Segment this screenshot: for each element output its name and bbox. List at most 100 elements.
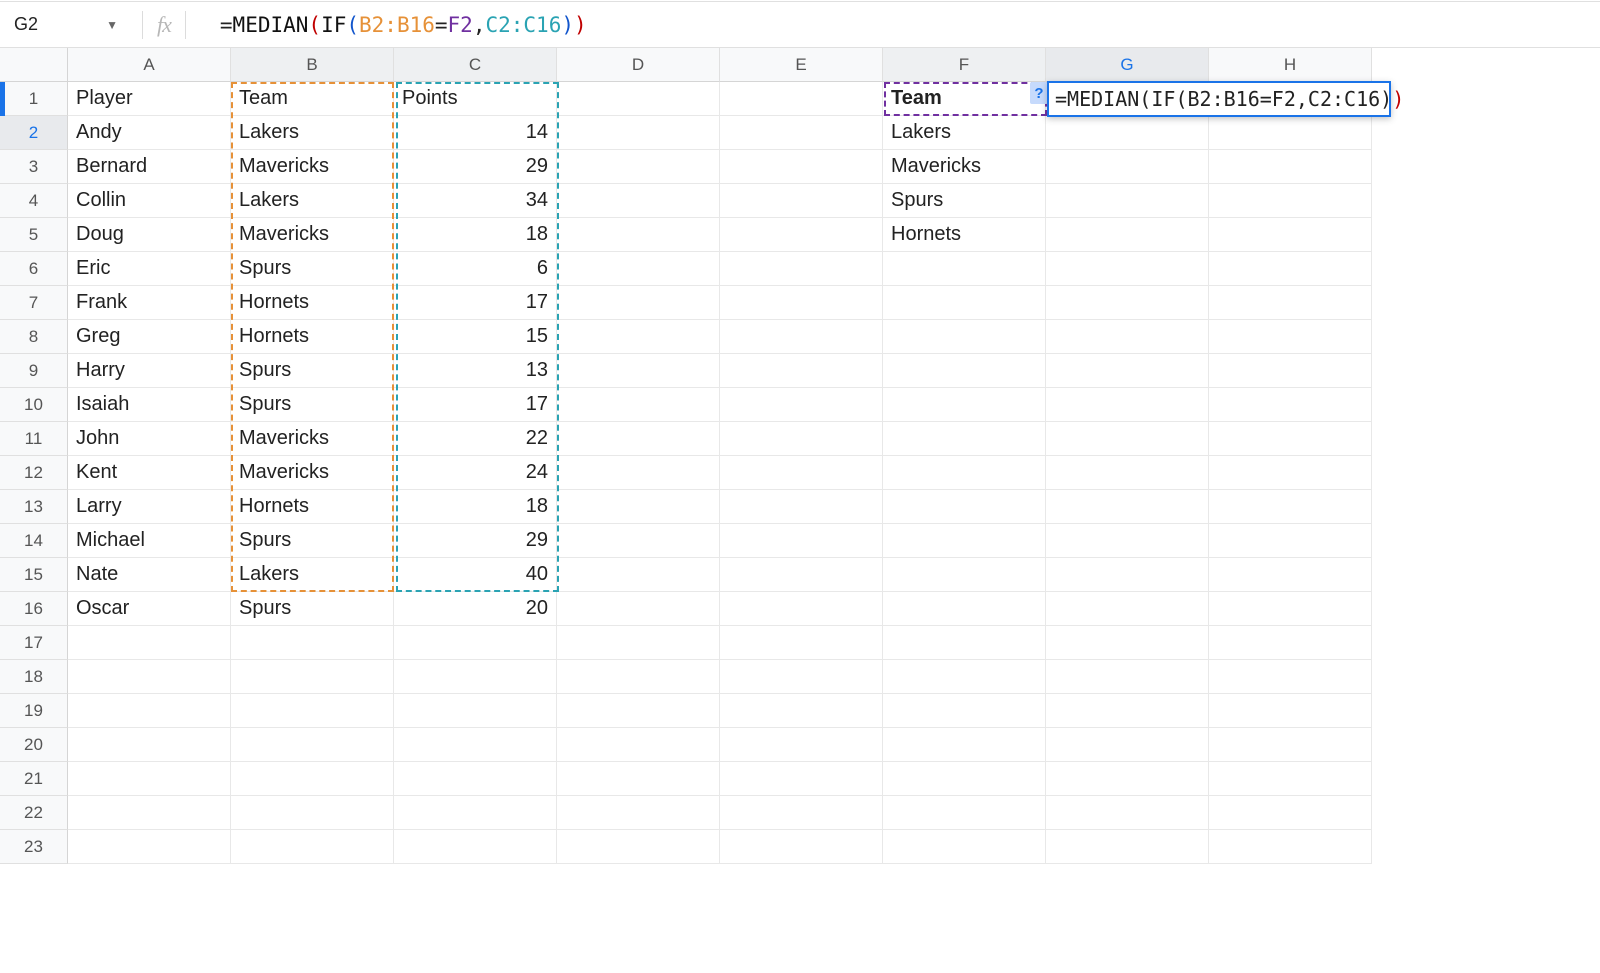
- cell-F22[interactable]: [883, 796, 1046, 830]
- row-head-20[interactable]: 20: [0, 728, 68, 762]
- cell-E18[interactable]: [720, 660, 883, 694]
- cell-G15[interactable]: [1046, 558, 1209, 592]
- cell-C15[interactable]: 40: [394, 558, 557, 592]
- cell-F6[interactable]: [883, 252, 1046, 286]
- cell-E17[interactable]: [720, 626, 883, 660]
- cell-B13[interactable]: Hornets: [231, 490, 394, 524]
- cell-H14[interactable]: [1209, 524, 1372, 558]
- cell-D4[interactable]: [557, 184, 720, 218]
- cell-B15[interactable]: Lakers: [231, 558, 394, 592]
- cell-H12[interactable]: [1209, 456, 1372, 490]
- cell-E19[interactable]: [720, 694, 883, 728]
- cell-D5[interactable]: [557, 218, 720, 252]
- cell-A2[interactable]: Andy: [68, 116, 231, 150]
- cell-H9[interactable]: [1209, 354, 1372, 388]
- cell-H23[interactable]: [1209, 830, 1372, 864]
- col-head-G[interactable]: G: [1046, 48, 1209, 82]
- cell-C21[interactable]: [394, 762, 557, 796]
- cell-A15[interactable]: Nate: [68, 558, 231, 592]
- cell-G20[interactable]: [1046, 728, 1209, 762]
- cell-F9[interactable]: [883, 354, 1046, 388]
- cell-E3[interactable]: [720, 150, 883, 184]
- cell-G21[interactable]: [1046, 762, 1209, 796]
- cell-H2[interactable]: [1209, 116, 1372, 150]
- cell-editor[interactable]: =MEDIAN(IF(B2:B16=F2,C2:C16)): [1047, 81, 1391, 117]
- cell-A1[interactable]: Player: [68, 82, 231, 116]
- cell-B19[interactable]: [231, 694, 394, 728]
- cell-F4[interactable]: Spurs: [883, 184, 1046, 218]
- row-head-8[interactable]: 8: [0, 320, 68, 354]
- row-head-15[interactable]: 15: [0, 558, 68, 592]
- cell-A4[interactable]: Collin: [68, 184, 231, 218]
- cell-B20[interactable]: [231, 728, 394, 762]
- cell-B11[interactable]: Mavericks: [231, 422, 394, 456]
- cell-H8[interactable]: [1209, 320, 1372, 354]
- row-head-6[interactable]: 6: [0, 252, 68, 286]
- cell-B1[interactable]: Team: [231, 82, 394, 116]
- row-head-22[interactable]: 22: [0, 796, 68, 830]
- cell-H15[interactable]: [1209, 558, 1372, 592]
- select-all-corner[interactable]: [0, 48, 68, 82]
- cell-E22[interactable]: [720, 796, 883, 830]
- cell-C9[interactable]: 13: [394, 354, 557, 388]
- formula-input[interactable]: =MEDIAN(IF(B2:B16=F2,C2:C16)): [200, 13, 587, 37]
- row-head-16[interactable]: 16: [0, 592, 68, 626]
- cell-B22[interactable]: [231, 796, 394, 830]
- cell-D17[interactable]: [557, 626, 720, 660]
- cell-D23[interactable]: [557, 830, 720, 864]
- cell-C6[interactable]: 6: [394, 252, 557, 286]
- cell-B10[interactable]: Spurs: [231, 388, 394, 422]
- cell-F17[interactable]: [883, 626, 1046, 660]
- cell-B5[interactable]: Mavericks: [231, 218, 394, 252]
- name-box-dropdown-icon[interactable]: ▼: [106, 18, 118, 32]
- cell-D7[interactable]: [557, 286, 720, 320]
- cell-C5[interactable]: 18: [394, 218, 557, 252]
- row-head-17[interactable]: 17: [0, 626, 68, 660]
- cell-D1[interactable]: [557, 82, 720, 116]
- cell-B9[interactable]: Spurs: [231, 354, 394, 388]
- cell-C14[interactable]: 29: [394, 524, 557, 558]
- cell-E9[interactable]: [720, 354, 883, 388]
- cell-D20[interactable]: [557, 728, 720, 762]
- cell-A21[interactable]: [68, 762, 231, 796]
- cell-G9[interactable]: [1046, 354, 1209, 388]
- cell-B8[interactable]: Hornets: [231, 320, 394, 354]
- cell-D16[interactable]: [557, 592, 720, 626]
- cell-G23[interactable]: [1046, 830, 1209, 864]
- cell-E8[interactable]: [720, 320, 883, 354]
- cell-F8[interactable]: [883, 320, 1046, 354]
- cell-A6[interactable]: Eric: [68, 252, 231, 286]
- cell-F19[interactable]: [883, 694, 1046, 728]
- cell-A11[interactable]: John: [68, 422, 231, 456]
- cell-G12[interactable]: [1046, 456, 1209, 490]
- cell-E11[interactable]: [720, 422, 883, 456]
- col-head-D[interactable]: D: [557, 48, 720, 82]
- row-head-13[interactable]: 13: [0, 490, 68, 524]
- cell-C1[interactable]: Points: [394, 82, 557, 116]
- cell-H5[interactable]: [1209, 218, 1372, 252]
- cell-F2[interactable]: Lakers: [883, 116, 1046, 150]
- cell-E7[interactable]: [720, 286, 883, 320]
- cell-E13[interactable]: [720, 490, 883, 524]
- cell-E14[interactable]: [720, 524, 883, 558]
- cell-G8[interactable]: [1046, 320, 1209, 354]
- cell-G5[interactable]: [1046, 218, 1209, 252]
- cell-B6[interactable]: Spurs: [231, 252, 394, 286]
- cell-H19[interactable]: [1209, 694, 1372, 728]
- cell-D14[interactable]: [557, 524, 720, 558]
- cell-E4[interactable]: [720, 184, 883, 218]
- cell-H17[interactable]: [1209, 626, 1372, 660]
- cell-F3[interactable]: Mavericks: [883, 150, 1046, 184]
- col-head-H[interactable]: H: [1209, 48, 1372, 82]
- cell-A16[interactable]: Oscar: [68, 592, 231, 626]
- cell-E5[interactable]: [720, 218, 883, 252]
- cell-C22[interactable]: [394, 796, 557, 830]
- cell-C10[interactable]: 17: [394, 388, 557, 422]
- row-head-23[interactable]: 23: [0, 830, 68, 864]
- cell-D21[interactable]: [557, 762, 720, 796]
- cell-A23[interactable]: [68, 830, 231, 864]
- cell-C7[interactable]: 17: [394, 286, 557, 320]
- cell-G14[interactable]: [1046, 524, 1209, 558]
- cell-B16[interactable]: Spurs: [231, 592, 394, 626]
- cell-F14[interactable]: [883, 524, 1046, 558]
